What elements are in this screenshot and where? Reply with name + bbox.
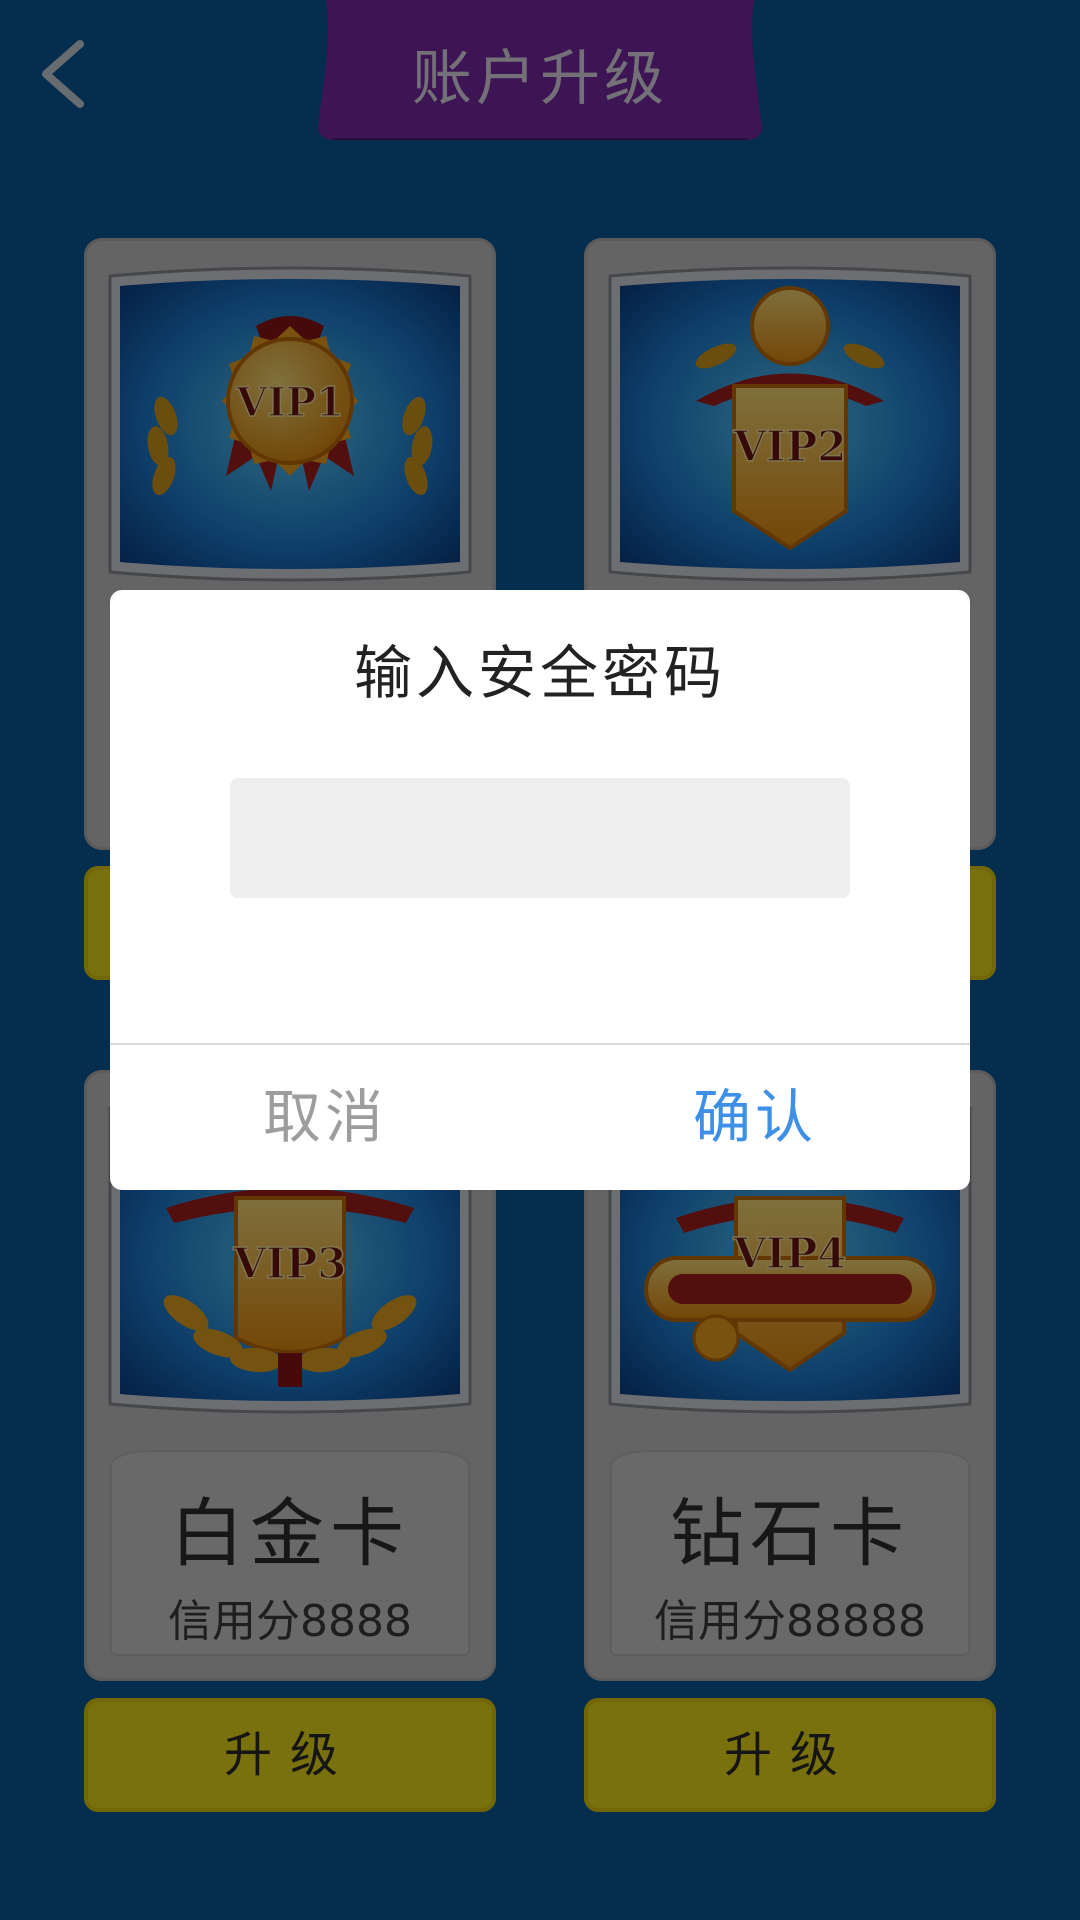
cancel-button[interactable]: 取消 (110, 1045, 540, 1190)
dialog-title: 输入安全密码 (353, 639, 726, 707)
security-password-input[interactable] (230, 778, 850, 898)
password-dialog: 输入安全密码 取消 确认 (110, 590, 970, 1190)
app-screen: 账户升级 (0, 0, 1080, 1920)
confirm-button[interactable]: 确认 (540, 1045, 970, 1190)
